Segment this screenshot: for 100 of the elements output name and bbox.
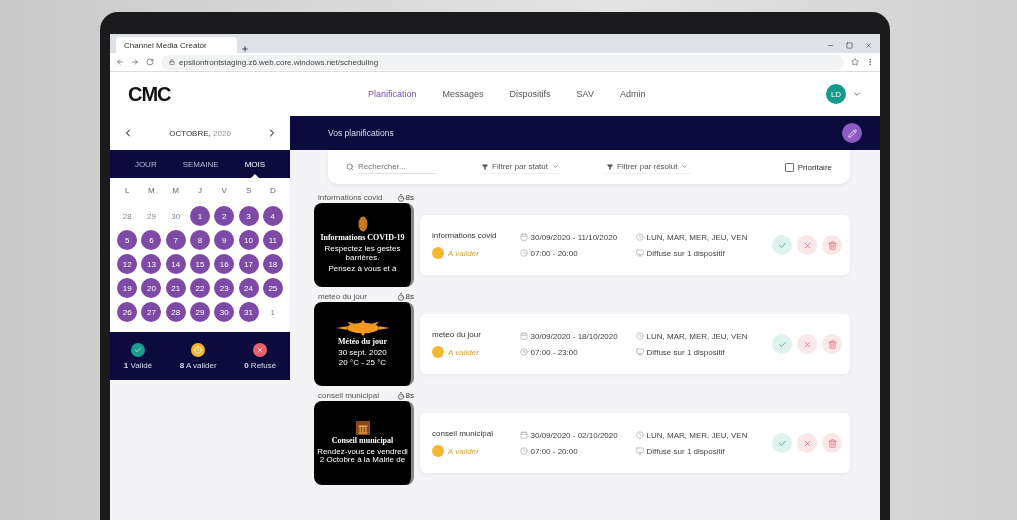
nav-link[interactable]: Dispositifs	[509, 89, 551, 99]
planning-name: conseil municipal	[432, 429, 494, 438]
chevron-down-icon[interactable]	[852, 89, 862, 99]
clock-icon	[635, 332, 644, 340]
time-range: 07:00 - 20:00	[530, 248, 578, 258]
delete-button[interactable]	[822, 334, 842, 354]
calendar-day[interactable]: 23	[214, 278, 235, 298]
calendar-day[interactable]: 26	[117, 302, 138, 322]
slide-preview[interactable]: Informations COVID-19 Respectez les gestes barrières. Pensez à vous et à	[314, 203, 414, 287]
calendar-day[interactable]: 31	[238, 302, 259, 322]
calendar-day[interactable]: 25	[262, 278, 283, 298]
calendar-day[interactable]: 1	[190, 206, 210, 226]
view-tab[interactable]: JOUR	[131, 150, 160, 178]
calendar-day[interactable]: 8	[190, 230, 210, 250]
delete-button[interactable]	[822, 235, 842, 255]
close-icon[interactable]	[865, 42, 872, 49]
view-tab[interactable]: SEMAINE	[179, 150, 222, 178]
trash-icon	[827, 339, 837, 349]
calendar-day[interactable]: 2	[214, 206, 235, 226]
weekdays-label: LUN, MAR, MER, JEU, VEN	[646, 331, 748, 341]
calendar-day[interactable]: 4	[262, 206, 283, 226]
calendar-day[interactable]: 29	[141, 206, 162, 226]
month-title: OCTOBRE, 2020	[169, 128, 231, 138]
back-icon[interactable]	[116, 58, 124, 66]
calendar-day[interactable]: 29	[190, 302, 210, 322]
calendar-day[interactable]: 6	[141, 230, 162, 250]
calendar-day[interactable]: 13	[141, 254, 162, 274]
calendar-day[interactable]: 21	[165, 278, 186, 298]
calendar-day[interactable]: 20	[141, 278, 162, 298]
checkbox[interactable]	[784, 162, 794, 172]
calendar-day[interactable]: 3	[238, 206, 259, 226]
star-icon[interactable]	[851, 58, 859, 66]
search-field[interactable]: Rechercher...	[358, 160, 436, 174]
calendar-icon	[519, 332, 528, 340]
refuse-button[interactable]	[797, 235, 817, 255]
clock-icon	[519, 348, 528, 356]
address-bar[interactable]: epsilonfrontstaging.z6.web.core.windows.net/scheduling	[161, 54, 844, 70]
calendar-day[interactable]: 17	[238, 254, 259, 274]
menu-icon[interactable]	[866, 58, 874, 66]
calendar-day[interactable]: 15	[190, 254, 210, 274]
view-tab[interactable]: MOIS	[241, 150, 269, 178]
calendar-day[interactable]: 12	[117, 254, 138, 274]
calendar-day[interactable]: 18	[262, 254, 283, 274]
calendar-day[interactable]: 24	[238, 278, 259, 298]
new-tab-icon[interactable]	[240, 45, 249, 53]
preview-text: 30 sept. 2020	[338, 348, 387, 358]
weekday-label: V	[221, 186, 227, 197]
refuse-button[interactable]	[797, 334, 817, 354]
caret-icon	[552, 163, 559, 170]
calendar-icon	[519, 233, 528, 241]
calendar-day[interactable]: 28	[165, 302, 186, 322]
nav-link[interactable]: SAV	[576, 89, 594, 99]
forward-icon[interactable]	[131, 58, 139, 66]
weekdays-label: LUN, MAR, MER, JEU, VEN	[646, 232, 748, 242]
nav-link[interactable]: Messages	[442, 89, 484, 99]
calendar-day[interactable]: 27	[141, 302, 162, 322]
monitor-icon	[635, 447, 644, 455]
reload-icon[interactable]	[146, 58, 154, 66]
slide-preview[interactable]: Météo du jour 30 sept. 2020 20 °C - 25 °C	[314, 302, 414, 386]
minimize-icon[interactable]	[827, 42, 834, 49]
duration-label: 8s	[405, 391, 414, 400]
preview-text: 20 °C - 25 °C	[338, 359, 387, 369]
calendar-day[interactable]: 22	[190, 278, 210, 298]
planning-caption: meteo du jour	[318, 292, 367, 301]
user-avatar[interactable]: LD	[826, 84, 846, 104]
calendar-day[interactable]: 10	[238, 230, 259, 250]
checkbox-label: Prioritaire	[797, 162, 832, 172]
planning-caption: informations covid	[318, 193, 383, 202]
filter-dropdown[interactable]: Filtrer par statut	[480, 160, 561, 174]
weekday-label: S	[245, 186, 252, 197]
delete-button[interactable]	[822, 433, 842, 453]
browser-tab[interactable]: Channel Media Creator	[116, 37, 237, 53]
calendar-day[interactable]: 11	[262, 230, 283, 250]
close-icon	[802, 339, 812, 349]
edit-button[interactable]	[842, 123, 862, 143]
clock-icon	[519, 249, 528, 257]
calendar-day[interactable]: 30	[214, 302, 235, 322]
slide-preview[interactable]: Conseil municipal Rendez-vous ce vendredi 2 Octobre à la Mairie de	[314, 401, 414, 485]
clock-icon	[519, 447, 528, 455]
calendar-day[interactable]: 14	[165, 254, 186, 274]
timer-icon	[396, 193, 405, 202]
calendar-day[interactable]: 28	[117, 206, 138, 226]
calendar-day[interactable]: 1	[262, 302, 283, 322]
nav-link[interactable]: Planification	[368, 89, 417, 99]
monitor-icon	[635, 348, 644, 356]
filter-dropdown[interactable]: Filtrer par résolut	[605, 160, 691, 174]
calendar-day[interactable]: 30	[165, 206, 186, 226]
maximize-icon[interactable]	[846, 42, 853, 49]
calendar-day[interactable]: 5	[117, 230, 138, 250]
nav-link[interactable]: Admin	[619, 89, 646, 99]
calendar-day[interactable]: 7	[165, 230, 186, 250]
devices-label: Diffuse sur 1 dispositif	[646, 248, 725, 258]
calendar-day[interactable]: 9	[214, 230, 235, 250]
calendar-day[interactable]: 16	[214, 254, 235, 274]
refuse-button[interactable]	[797, 433, 817, 453]
pencil-icon	[847, 128, 857, 138]
calendar-day[interactable]: 19	[117, 278, 138, 298]
status-count: 8 A valider	[179, 360, 217, 370]
close-icon	[802, 240, 812, 250]
date-range: 30/09/2020 - 02/10/2020	[530, 430, 618, 440]
